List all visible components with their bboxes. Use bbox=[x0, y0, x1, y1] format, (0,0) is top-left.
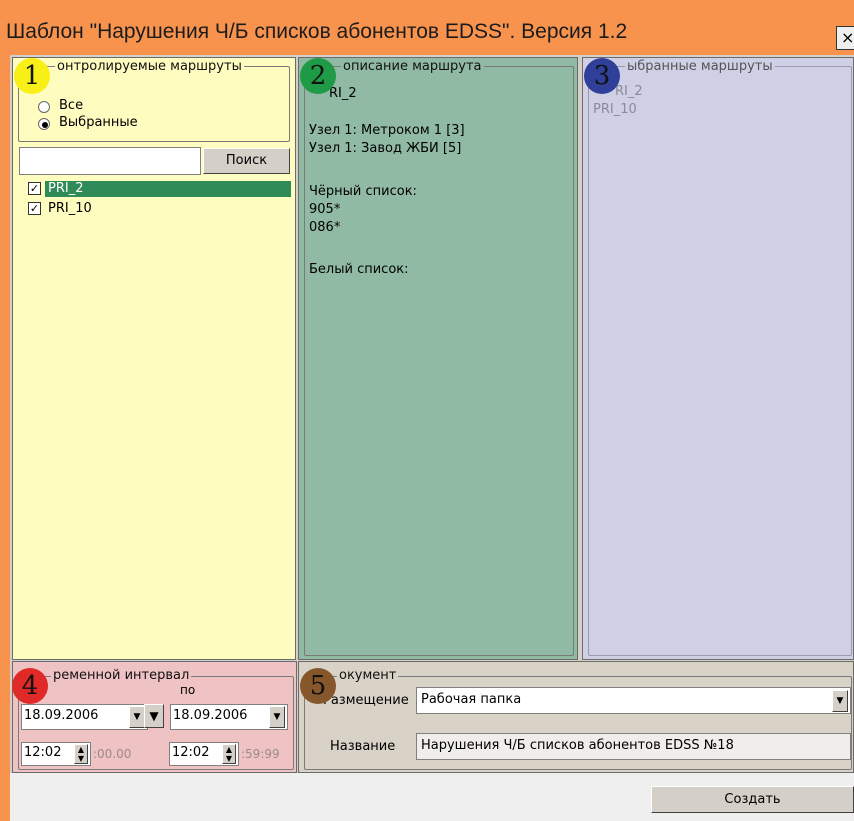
route-description-legend: описание маршрута bbox=[341, 59, 484, 74]
black-list-entry-1: 905* bbox=[309, 202, 341, 217]
route-search-input[interactable] bbox=[19, 147, 201, 175]
description-node-2: Узел 1: Завод ЖБИ [5] bbox=[309, 141, 462, 156]
route-label-pri2: PRI_2 bbox=[45, 181, 291, 197]
date-to-picker[interactable]: 18.09.2006 ▼ bbox=[170, 704, 288, 730]
document-legend: окумент bbox=[337, 668, 399, 683]
location-value: Рабочая папка bbox=[421, 692, 522, 707]
time-to-spinner[interactable]: ▲ ▼ bbox=[222, 744, 236, 764]
button-bar: Создать bbox=[10, 773, 854, 821]
name-label: Название bbox=[330, 739, 396, 754]
selected-routes-legend: ыбранные маршруты bbox=[625, 59, 775, 74]
time-interval-panel: ременной интервал по 18.09.2006 ▼ ▼ 18.0… bbox=[12, 661, 297, 773]
selected-routes-group bbox=[588, 66, 852, 656]
routes-checklist[interactable]: ✓ PRI_2 ✓ PRI_10 bbox=[19, 179, 293, 653]
time-from-spinner[interactable]: ▲ ▼ bbox=[74, 744, 88, 764]
radio-all[interactable] bbox=[38, 101, 50, 113]
create-button[interactable]: Создать bbox=[651, 786, 854, 813]
badge-2: 2 bbox=[300, 58, 336, 94]
time-from-value: 12:02 bbox=[24, 745, 62, 760]
route-checkbox-pri10[interactable]: ✓ bbox=[28, 202, 41, 215]
badge-4: 4 bbox=[12, 668, 48, 704]
selected-route-1[interactable]: RI_2 bbox=[615, 84, 643, 99]
radio-selected[interactable] bbox=[38, 118, 50, 130]
date-from-picker[interactable]: 18.09.2006 ▼ bbox=[21, 704, 148, 730]
monitored-routes-panel: онтролируемые маршруты Все Выбранные Пои… bbox=[12, 57, 296, 660]
time-to-value: 12:02 bbox=[172, 745, 210, 760]
selected-routes-panel: ыбранные маршруты RI_2 PRI_10 bbox=[582, 57, 854, 660]
time-to-seconds: :59:99 bbox=[241, 747, 280, 761]
close-button[interactable]: × bbox=[836, 26, 854, 50]
search-button[interactable]: Поиск bbox=[203, 148, 290, 174]
route-row-pri2[interactable]: ✓ PRI_2 bbox=[19, 181, 293, 197]
date-from-value: 18.09.2006 bbox=[24, 708, 99, 723]
location-label: Размещение bbox=[323, 693, 409, 708]
route-description-panel: описание маршрута RI_2 Узел 1: Метроком … bbox=[298, 57, 578, 660]
white-list-title: Белый список: bbox=[309, 262, 409, 277]
document-panel: окумент Размещение Рабочая папка ▼ Назва… bbox=[298, 661, 854, 773]
time-from-seconds: :00.00 bbox=[93, 747, 132, 761]
selected-route-2[interactable]: PRI_10 bbox=[593, 102, 637, 117]
chevron-down-icon[interactable]: ▼ bbox=[832, 690, 848, 712]
badge-1: 1 bbox=[14, 58, 50, 94]
date-to-value: 18.09.2006 bbox=[173, 708, 248, 723]
time-to-input[interactable]: 12:02 ▲ ▼ bbox=[169, 742, 239, 766]
radio-selected-label: Выбранные bbox=[59, 115, 138, 130]
route-label-pri10: PRI_10 bbox=[48, 201, 92, 216]
chevron-down-icon[interactable]: ▼ bbox=[129, 706, 145, 728]
radio-all-label: Все bbox=[59, 98, 84, 113]
time-interval-legend: ременной интервал bbox=[51, 668, 192, 683]
black-list-entry-2: 086* bbox=[309, 220, 341, 235]
location-select[interactable]: Рабочая папка ▼ bbox=[416, 687, 851, 714]
monitored-routes-legend: онтролируемые маршруты bbox=[55, 59, 244, 74]
document-name-field[interactable]: Нарушения Ч/Б списков абонентов EDSS №18 bbox=[416, 733, 851, 760]
document-name-value: Нарушения Ч/Б списков абонентов EDSS №18 bbox=[421, 738, 734, 753]
description-node-1: Узел 1: Метроком 1 [3] bbox=[309, 123, 465, 138]
route-checkbox-pri2[interactable]: ✓ bbox=[28, 182, 41, 195]
time-from-input[interactable]: 12:02 ▲ ▼ bbox=[21, 742, 91, 766]
black-list-title: Чёрный список: bbox=[309, 184, 417, 199]
chevron-down-icon[interactable]: ▼ bbox=[269, 706, 285, 728]
route-row-pri10[interactable]: ✓ PRI_10 bbox=[19, 201, 293, 217]
description-route-name: RI_2 bbox=[329, 86, 357, 101]
to-label: по bbox=[180, 683, 196, 697]
badge-3: 3 bbox=[584, 58, 620, 94]
window-title: Шаблон "Нарушения Ч/Б списков абонентов … bbox=[6, 20, 628, 43]
badge-5: 5 bbox=[300, 668, 336, 704]
sync-dates-button[interactable]: ▼ bbox=[144, 704, 164, 728]
